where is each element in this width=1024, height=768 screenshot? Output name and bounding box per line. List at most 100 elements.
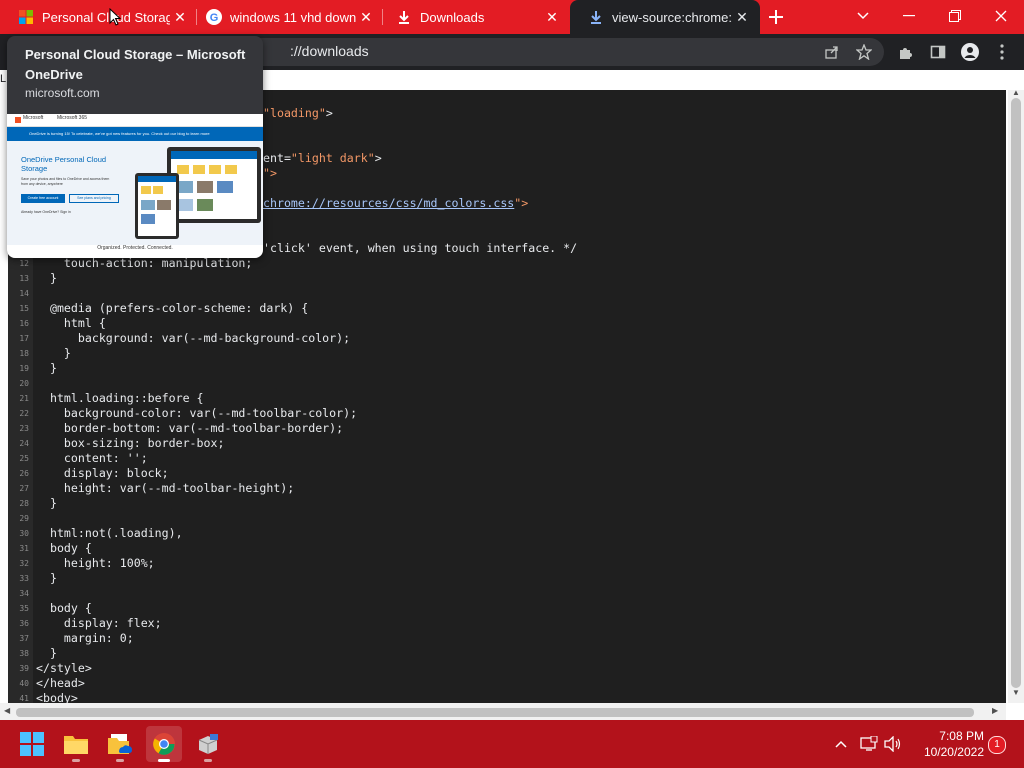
line-number: 16 — [19, 319, 29, 328]
code-line: 12 touch-action: manipulation; — [8, 256, 998, 271]
line-number: 21 — [19, 394, 29, 403]
chevron-up-icon — [835, 740, 847, 748]
line-number: 24 — [19, 439, 29, 448]
taskbar-chrome[interactable] — [146, 726, 182, 762]
code-line: 15 @media (prefers-color-scheme: dark) { — [8, 301, 998, 316]
line-number: 33 — [19, 574, 29, 583]
code-text: </head> — [36, 676, 85, 691]
line-number: 22 — [19, 409, 29, 418]
code-line: 17 background: var(--md-background-color… — [8, 331, 998, 346]
tab-close-button[interactable]: ✕ — [170, 9, 190, 26]
code-text: display: flex; — [36, 616, 162, 631]
code-token: background: var(--md-background-color); — [36, 331, 351, 345]
close-icon — [995, 10, 1007, 22]
code-token: > — [325, 106, 333, 120]
vertical-scrollbar[interactable]: ▲ ▼ — [1008, 88, 1024, 703]
chrome-icon — [153, 733, 175, 755]
share-icon[interactable] — [822, 42, 842, 62]
code-text: html.loading::before { — [36, 391, 204, 406]
code-text: display: block; — [36, 466, 169, 481]
tab-google-search[interactable]: G windows 11 vhd download ✕ — [188, 0, 384, 34]
code-text: @media (prefers-color-scheme: dark) { — [36, 301, 308, 316]
more-menu-icon[interactable] — [992, 42, 1012, 62]
code-token: html { — [36, 316, 106, 330]
code-token: } — [36, 496, 57, 510]
download-icon — [588, 9, 604, 25]
code-line: 36 display: flex; — [8, 616, 998, 631]
address-bar-url[interactable]: ://downloads — [290, 43, 369, 59]
tab-close-button[interactable]: ✕ — [732, 9, 752, 26]
code-token: </head> — [36, 676, 85, 690]
clock-time: 7:08 PM — [939, 729, 984, 743]
code-line: 13 } — [8, 271, 998, 286]
scroll-down-arrow[interactable]: ▼ — [1012, 688, 1020, 697]
line-number: 35 — [19, 604, 29, 613]
taskbar-clock[interactable]: 7:08 PM 10/20/2022 — [904, 728, 984, 760]
tab-title: Personal Cloud Storage – Microsoft OneDr… — [42, 9, 170, 25]
tab-view-source[interactable]: view-source:chrome://downloads ✕ — [570, 0, 760, 34]
taskbar-onedrive-folder[interactable] — [102, 726, 138, 762]
code-token: } — [36, 346, 71, 360]
code-text: } — [36, 571, 57, 586]
tab-close-button[interactable]: ✕ — [356, 9, 376, 26]
restore-button[interactable] — [932, 0, 978, 32]
start-button[interactable] — [14, 726, 50, 762]
tab-close-button[interactable]: ✕ — [542, 9, 562, 26]
code-token: height: 100%; — [36, 556, 155, 570]
code-line: 28 } — [8, 496, 998, 511]
profile-avatar-icon[interactable] — [960, 42, 980, 62]
preview-hero: OneDrive Personal Cloud Storage Save you… — [7, 141, 263, 245]
line-number: 15 — [19, 304, 29, 313]
code-text: body { — [36, 541, 92, 556]
source-link[interactable]: chrome://resources/css/md_colors.css — [263, 196, 514, 210]
scroll-left-arrow[interactable]: ◀ — [4, 706, 10, 715]
scroll-right-arrow[interactable]: ▶ — [992, 706, 998, 715]
line-number: 29 — [19, 514, 29, 523]
notification-badge[interactable]: 1 — [988, 736, 1006, 754]
code-line: 40 </head> — [8, 676, 998, 691]
tab-onedrive[interactable]: Personal Cloud Storage – Microsoft OneDr… — [0, 0, 198, 34]
line-number: 31 — [19, 544, 29, 553]
line-number: 17 — [19, 334, 29, 343]
code-text: } — [36, 496, 57, 511]
running-indicator — [158, 759, 170, 762]
line-number: 28 — [19, 499, 29, 508]
tab-downloads[interactable]: Downloads ✕ — [378, 0, 570, 34]
taskbar-file-explorer[interactable] — [58, 726, 94, 762]
line-number: 34 — [19, 589, 29, 598]
code-text: 'click' event, when using touch interfac… — [263, 241, 577, 256]
line-number: 19 — [19, 364, 29, 373]
tab-strip: Personal Cloud Storage – Microsoft OneDr… — [0, 0, 1024, 34]
close-window-button[interactable] — [978, 0, 1024, 32]
bookmark-star-icon[interactable] — [854, 42, 874, 62]
taskbar-installer[interactable] — [190, 726, 226, 762]
tab-search-button[interactable] — [840, 0, 886, 32]
code-line: 23 border-bottom: var(--md-toolbar-borde… — [8, 421, 998, 436]
new-tab-button[interactable] — [764, 5, 788, 29]
code-token: } — [36, 271, 57, 285]
scroll-up-arrow[interactable]: ▲ — [1012, 88, 1020, 97]
line-number: 18 — [19, 349, 29, 358]
network-button[interactable] — [860, 735, 878, 753]
hover-card-title: Personal Cloud Storage – Microsoft OneDr… — [25, 47, 246, 82]
string-token: "light dark" — [290, 151, 375, 165]
code-token: body { — [36, 541, 92, 555]
minimize-icon — [903, 15, 915, 17]
minimize-button[interactable] — [886, 0, 932, 32]
extensions-puzzle-icon[interactable] — [896, 42, 916, 62]
horizontal-scroll-thumb[interactable] — [16, 708, 974, 717]
show-hidden-icons-button[interactable] — [832, 735, 850, 753]
code-line: 37 margin: 0; — [8, 631, 998, 646]
preview-ms-logo — [15, 117, 21, 123]
volume-button[interactable] — [884, 735, 902, 753]
code-text: body { — [36, 601, 92, 616]
horizontal-scrollbar[interactable]: ◀ ▶ — [0, 703, 1006, 720]
preview-banner-text: OneDrive is turning 15! To celebrate, we… — [29, 131, 210, 136]
string-token: "> — [263, 166, 277, 180]
code-line: 20 — [8, 376, 998, 391]
vertical-scroll-thumb[interactable] — [1011, 98, 1021, 688]
code-line: 41 <body> — [8, 691, 998, 703]
code-text: box-sizing: border-box; — [36, 436, 225, 451]
onedrive-folder-icon — [108, 734, 132, 754]
side-panel-icon[interactable] — [928, 42, 948, 62]
